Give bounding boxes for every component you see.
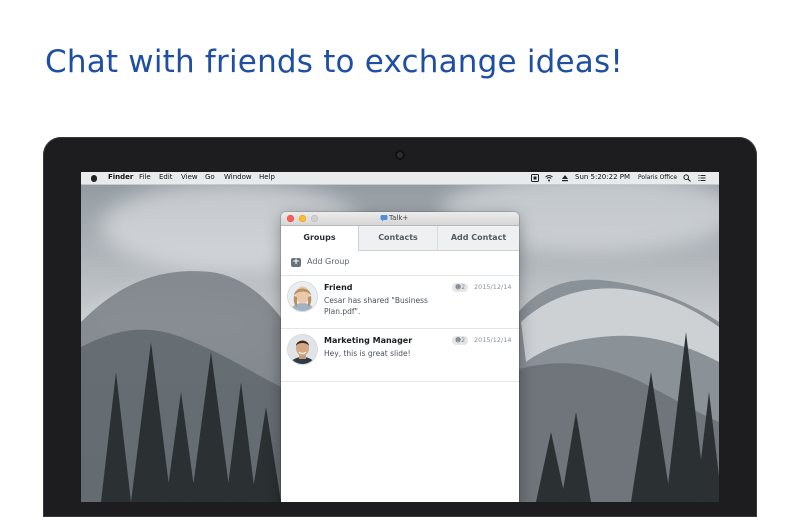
menu-clock[interactable]: Sun 5:20:22 PM: [575, 173, 630, 181]
menu-bar: Finder File Edit View Go Window Help Sun…: [81, 172, 719, 185]
page-headline: Chat with friends to exchange ideas!: [45, 44, 623, 80]
window-titlebar[interactable]: Talk+: [281, 212, 519, 226]
add-group-icon: +: [291, 257, 301, 267]
conversation-message: Hey, this is great slide!: [324, 349, 411, 358]
conversation-name: Friend: [324, 283, 353, 292]
talk-app-icon: [380, 215, 388, 222]
tab-groups[interactable]: Groups: [281, 226, 359, 251]
window-title: Talk+: [389, 214, 409, 222]
search-icon[interactable]: [683, 174, 691, 182]
minimize-button[interactable]: [299, 215, 306, 222]
member-count-badge: ☻2: [452, 283, 469, 292]
menu-help[interactable]: Help: [259, 173, 275, 181]
tab-bar: Groups Contacts Add Contact: [281, 226, 519, 251]
conversation-row[interactable]: Marketing Manager Hey, this is great sli…: [281, 329, 519, 381]
zoom-button[interactable]: [311, 215, 318, 222]
menu-view[interactable]: View: [181, 173, 198, 181]
member-count: 2: [461, 337, 466, 344]
list-icon[interactable]: [698, 174, 706, 182]
divider: [281, 381, 519, 382]
desktop-screen: Finder File Edit View Go Window Help Sun…: [81, 172, 719, 502]
conversation-date: 2015/12/14: [474, 336, 512, 344]
conversation-name: Marketing Manager: [324, 336, 413, 345]
conversation-row[interactable]: Friend Cesar has shared "Business Plan.p…: [281, 276, 519, 328]
share-icon[interactable]: [531, 174, 539, 182]
add-group-label: Add Group: [307, 257, 350, 266]
wifi-icon[interactable]: [545, 174, 553, 182]
tab-add-contact[interactable]: Add Contact: [438, 226, 519, 250]
eject-icon[interactable]: [561, 174, 569, 182]
avatar: [288, 335, 317, 364]
apple-icon[interactable]: [91, 175, 97, 182]
member-count-badge: ☻2: [452, 336, 469, 345]
menu-go[interactable]: Go: [205, 173, 215, 181]
menu-edit[interactable]: Edit: [159, 173, 173, 181]
menu-file[interactable]: File: [139, 173, 151, 181]
talk-window: Talk+ Groups Contacts Add Contact + Add …: [281, 212, 519, 502]
tab-contacts[interactable]: Contacts: [359, 226, 438, 250]
menu-window[interactable]: Window: [224, 173, 252, 181]
menu-app-name[interactable]: Finder: [108, 173, 133, 181]
conversation-message: Cesar has shared "Business Plan.pdf".: [324, 296, 428, 316]
member-count: 2: [461, 284, 466, 291]
menu-account[interactable]: Polaris Office: [638, 174, 677, 181]
avatar: [288, 282, 317, 311]
conversation-date: 2015/12/14: [474, 283, 512, 291]
camera-icon: [395, 150, 405, 160]
close-button[interactable]: [287, 215, 294, 222]
